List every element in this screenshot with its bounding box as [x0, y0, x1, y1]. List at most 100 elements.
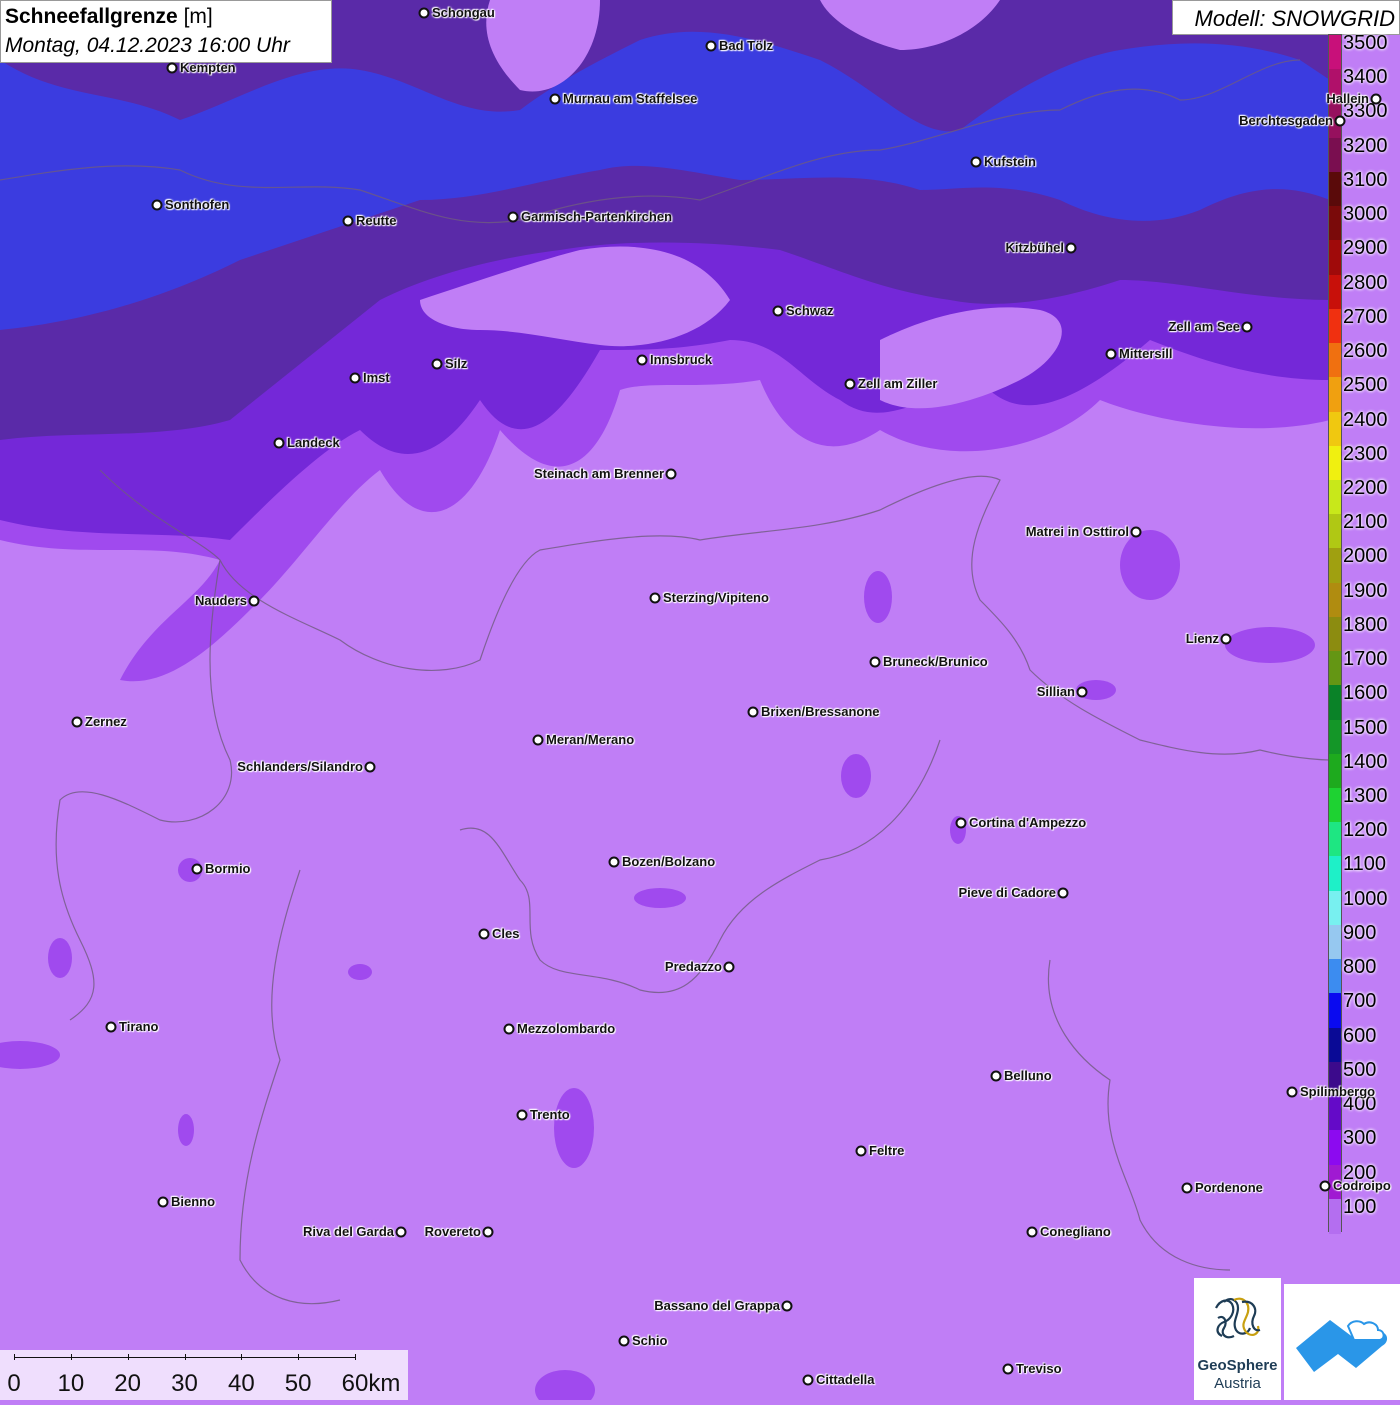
legend-swatch: [1329, 411, 1341, 447]
city-marker: [990, 1070, 1002, 1082]
city-label: Treviso: [1016, 1361, 1062, 1376]
map-datetime: Montag, 04.12.2023 16:00 Uhr: [5, 34, 290, 57]
city-marker: [802, 1374, 814, 1386]
city-label: Landeck: [287, 435, 340, 450]
city-label: Riva del Garda: [302, 1224, 394, 1239]
city-marker: [772, 305, 784, 317]
legend-swatch: [1329, 582, 1341, 618]
city-marker: [1220, 633, 1232, 645]
legend-label: 1600: [1343, 682, 1388, 705]
legend-label: 1500: [1343, 716, 1388, 739]
city-marker: [781, 1300, 793, 1312]
city-label: Garmisch-Partenkirchen: [521, 209, 673, 224]
legend-label: 2800: [1343, 271, 1388, 294]
city-marker: [151, 199, 163, 211]
legend-swatch: [1329, 890, 1341, 926]
legend-swatch: [1329, 206, 1341, 242]
legend-swatch: [1329, 753, 1341, 789]
legend-label: 500: [1343, 1058, 1377, 1081]
legend-swatch: [1329, 1096, 1341, 1132]
legend-swatch: [1329, 993, 1341, 1029]
scale-tick: [241, 1354, 243, 1360]
city-label: Mezzolombardo: [517, 1021, 616, 1036]
city-marker: [1241, 321, 1253, 333]
scale-label: 60km: [341, 1370, 401, 1397]
legend-label: 1400: [1343, 750, 1388, 773]
city-label: Belluno: [1004, 1068, 1052, 1083]
legend-swatch: [1329, 1198, 1341, 1234]
city-marker: [649, 592, 661, 604]
city-label: Pieve di Cadore: [958, 885, 1056, 900]
model-box: Modell: SNOWGRID: [1172, 0, 1400, 35]
scale-label: 10: [57, 1370, 85, 1397]
legend-label: 2000: [1343, 545, 1388, 568]
city-label: Matrei in Osttirol: [1025, 524, 1129, 539]
city-marker: [1370, 93, 1382, 105]
legend-swatch: [1329, 1130, 1341, 1166]
city-label: Kitzbühel: [1005, 240, 1065, 255]
city-marker: [478, 928, 490, 940]
legend-swatch: [1329, 343, 1341, 379]
legend-label: 2400: [1343, 408, 1388, 431]
legend-label: 2200: [1343, 476, 1388, 499]
legend-label: 1100: [1343, 853, 1387, 876]
legend-swatch: [1329, 240, 1341, 276]
scale-label: 40: [227, 1370, 255, 1397]
city-label: Kufstein: [984, 154, 1036, 169]
scale-tick: [184, 1354, 186, 1360]
legend-label: 1700: [1343, 648, 1388, 671]
city-label: Nauders: [194, 593, 247, 608]
legend-label: 100: [1343, 1195, 1377, 1218]
geosphere-logo: GeoSphere Austria: [1194, 1278, 1281, 1400]
city-marker: [1105, 348, 1117, 360]
city-marker: [1076, 686, 1088, 698]
legend-label: 600: [1343, 1024, 1377, 1047]
legend-label: 3200: [1343, 134, 1388, 157]
city-label: Pordenone: [1195, 1180, 1263, 1195]
city-marker: [349, 372, 361, 384]
city-label: Silz: [445, 356, 468, 371]
scale-tick: [127, 1354, 129, 1360]
legend-swatch: [1329, 274, 1341, 310]
map-title: Schneefallgrenze [m]: [5, 5, 213, 29]
legend-swatch: [1329, 514, 1341, 550]
city-marker: [105, 1021, 117, 1033]
scale-label: 30: [171, 1370, 198, 1397]
model-label: Modell: SNOWGRID: [1194, 6, 1395, 31]
city-label: Schio: [632, 1333, 668, 1348]
city-label: Codroipo: [1333, 1178, 1391, 1193]
legend-label: 2700: [1343, 305, 1388, 328]
scale-label: 20: [114, 1370, 142, 1397]
legend-swatch: [1329, 137, 1341, 173]
legend-swatch: [1329, 719, 1341, 755]
title-unit: [m]: [183, 5, 213, 28]
city-marker: [723, 961, 735, 973]
city-label: Cles: [492, 926, 520, 941]
city-marker: [431, 358, 443, 370]
city-marker: [855, 1145, 867, 1157]
legend-label: 1900: [1343, 579, 1388, 602]
legend-label: 2500: [1343, 374, 1388, 397]
legend-swatch: [1329, 685, 1341, 721]
legend-swatch: [1329, 616, 1341, 652]
city-label: Zell am See: [1168, 319, 1240, 334]
city-marker: [503, 1023, 515, 1035]
city-label: Zernez: [85, 714, 127, 729]
legend-swatch: [1329, 1027, 1341, 1063]
legend-swatch: [1329, 171, 1341, 207]
city-label: Cittadella: [816, 1372, 875, 1387]
legend-label: 300: [1343, 1127, 1377, 1150]
city-marker: [549, 93, 561, 105]
city-label: Murnau am Staffelsee: [563, 91, 698, 106]
city-marker: [516, 1109, 528, 1121]
legend-swatch: [1329, 479, 1341, 515]
city-label: Schlanders/Silandro: [237, 759, 363, 774]
color-legend: [1328, 34, 1342, 1234]
city-label: Steinach am Brenner: [533, 466, 664, 481]
city-label: Bormio: [205, 861, 251, 876]
city-marker: [248, 595, 260, 607]
legend-swatch: [1329, 959, 1341, 995]
scale-tick: [70, 1354, 72, 1360]
city-label: Meran/Merano: [546, 732, 635, 747]
city-marker: [364, 761, 376, 773]
